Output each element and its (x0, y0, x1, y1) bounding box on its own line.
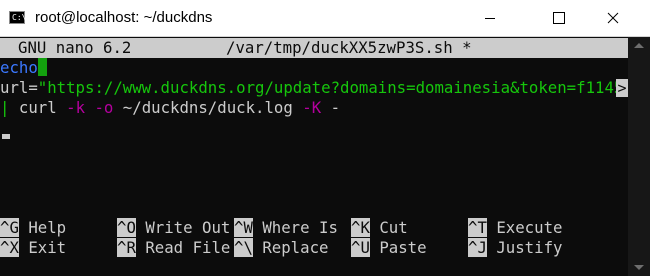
shortcut-key: ^T (468, 218, 487, 237)
editor-line-2[interactable]: url="https://www.duckdns.org/update?doma… (0, 78, 642, 98)
shortcut-justify[interactable]: ^J Justify (468, 238, 562, 258)
shortcut-execute[interactable]: ^T Execute (468, 218, 562, 238)
maximize-button[interactable] (536, 0, 582, 36)
shortcut-paste[interactable]: ^U Paste (351, 238, 427, 258)
shortcut-cut[interactable]: ^K Cut (351, 218, 408, 238)
shortcut-label: Where Is (262, 218, 338, 237)
shortcut-key: ^G (0, 218, 19, 237)
shortcut-exit[interactable]: ^X Exit (0, 238, 66, 258)
stdin-dash: - (321, 98, 341, 117)
shortcut-label: Replace (262, 238, 329, 257)
shortcut-key: ^O (117, 218, 136, 237)
editor-line-1[interactable]: echo (0, 58, 47, 78)
line-overflow-marker: > (616, 79, 628, 97)
shortcut-label: Write Out (145, 218, 231, 237)
flag-k: -k (66, 98, 86, 117)
close-icon (607, 12, 619, 24)
terminal-area[interactable]: GNU nano 6.2 /var/tmp/duckXX5zwP3S.sh * … (0, 37, 642, 276)
minimize-icon (485, 18, 495, 19)
shortcut-label: Paste (379, 238, 427, 257)
shortcut-label: Read File (145, 238, 231, 257)
nano-header-bar: GNU nano 6.2 /var/tmp/duckXX5zwP3S.sh * (0, 38, 628, 58)
shortcut-key: ^W (234, 218, 253, 237)
shortcut-key: ^X (0, 238, 19, 257)
window-title: root@localhost: ~/duckdns (35, 9, 213, 26)
shortcut-label: Cut (379, 218, 408, 237)
shortcut-label: Execute (496, 218, 563, 237)
log-path: ~/duckdns/duck.log (113, 98, 303, 117)
shortcut-label: Help (28, 218, 67, 237)
terminal-app-icon: C:\ (9, 11, 27, 24)
nano-version: GNU nano 6.2 (18, 38, 132, 57)
close-button[interactable] (590, 0, 636, 36)
flag-K: -K (302, 98, 322, 117)
shortcut-key: ^J (468, 238, 487, 257)
shortcut-label: Justify (496, 238, 563, 257)
text-cursor (37, 58, 47, 76)
window-titlebar[interactable]: C:\ root@localhost: ~/duckdns (0, 0, 650, 37)
shortcut-key: ^\ (234, 238, 253, 257)
minimize-button[interactable] (467, 0, 513, 36)
shortcut-key: ^U (351, 238, 370, 257)
terminal-app-icon-label: C:\ (12, 13, 27, 22)
shortcut-key: ^K (351, 218, 370, 237)
shortcut-label: Exit (28, 238, 67, 257)
flag-o: -o (94, 98, 114, 117)
shortcut-help[interactable]: ^G Help (0, 218, 66, 238)
url-var: url= (0, 78, 38, 97)
insert-cursor (2, 134, 10, 139)
url-string: "https://www.duckdns.org/update?domains=… (37, 78, 643, 97)
vertical-scrollbar[interactable] (628, 37, 650, 276)
curl-command: curl (9, 98, 67, 117)
shortcut-key: ^R (117, 238, 136, 257)
shortcut-read-file[interactable]: ^R Read File (117, 238, 230, 258)
echo-keyword: echo (0, 58, 38, 77)
nano-filename: /var/tmp/duckXX5zwP3S.sh * (226, 38, 472, 57)
scroll-up-arrow-icon[interactable] (634, 43, 644, 48)
scroll-down-arrow-icon[interactable] (634, 265, 644, 270)
shortcut-write-out[interactable]: ^O Write Out (117, 218, 230, 238)
shortcut-replace[interactable]: ^\ Replace (234, 238, 328, 258)
editor-line-3[interactable]: | curl -k -o ~/duckdns/duck.log -K - (0, 98, 340, 118)
shortcut-where-is[interactable]: ^W Where Is (234, 218, 338, 238)
maximize-icon (553, 12, 565, 24)
